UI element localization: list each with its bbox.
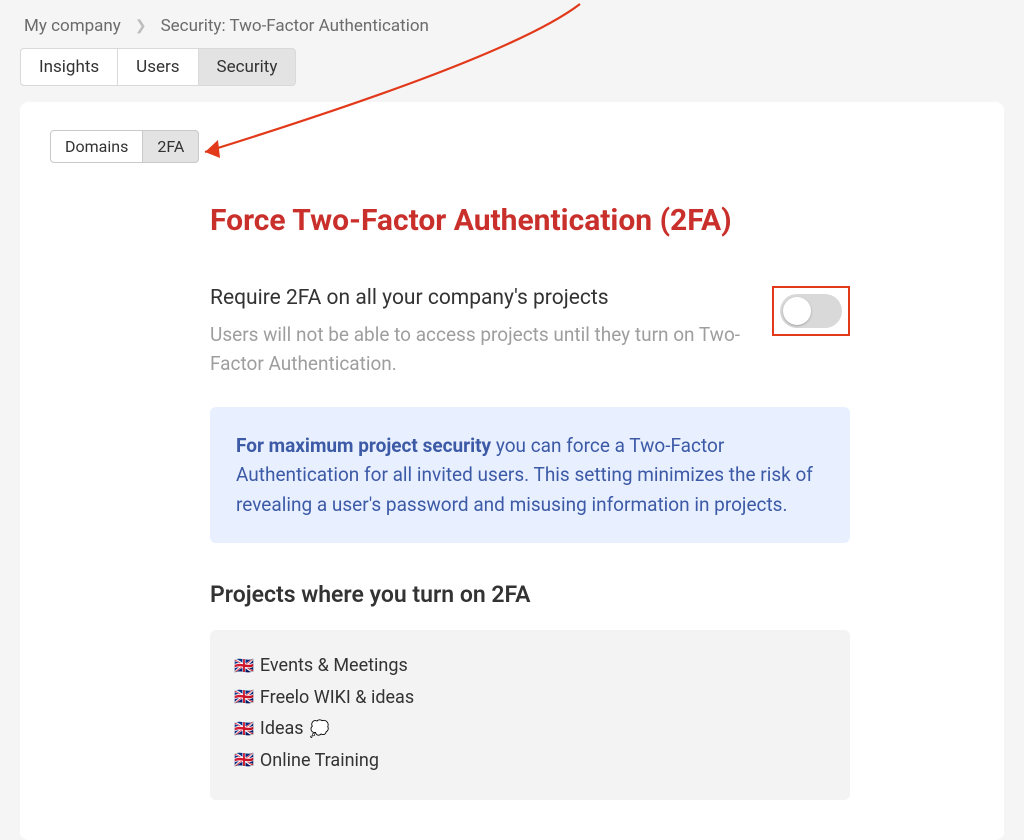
security-panel: Domains 2FA Force Two-Factor Authenticat… <box>20 102 1004 840</box>
sub-tab-domains[interactable]: Domains <box>50 130 143 163</box>
breadcrumb-separator-icon: ❯ <box>135 18 147 34</box>
breadcrumb-current: Security: Two-Factor Authentication <box>161 16 429 36</box>
project-name: Events & Meetings <box>260 650 408 682</box>
breadcrumb-root[interactable]: My company <box>24 16 121 36</box>
sub-tab-2fa[interactable]: 2FA <box>142 130 199 163</box>
project-extra-icon: 💭 <box>310 715 330 743</box>
projects-heading: Projects where you turn on 2FA <box>210 581 850 608</box>
flag-icon: 🇬🇧 <box>234 652 254 680</box>
flag-icon: 🇬🇧 <box>234 683 254 711</box>
require-2fa-setting: Require 2FA on all your company's projec… <box>210 286 850 379</box>
flag-icon: 🇬🇧 <box>234 746 254 774</box>
list-item: 🇬🇧 Ideas 💭 <box>234 713 826 745</box>
setting-description: Users will not be able to access project… <box>210 320 742 379</box>
content-column: Force Two-Factor Authentication (2FA) Re… <box>210 203 850 800</box>
info-strong: For maximum project security <box>236 434 491 457</box>
flag-icon: 🇬🇧 <box>234 715 254 743</box>
toggle-highlight-box <box>772 286 850 336</box>
require-2fa-toggle[interactable] <box>780 294 842 328</box>
main-tabs: Insights Users Security <box>0 48 1024 102</box>
breadcrumb: My company ❯ Security: Two-Factor Authen… <box>0 0 1024 48</box>
project-name: Ideas <box>260 713 304 745</box>
list-item: 🇬🇧 Online Training <box>234 745 826 777</box>
tab-users[interactable]: Users <box>117 48 198 86</box>
project-name: Online Training <box>260 745 379 777</box>
tab-security[interactable]: Security <box>198 48 297 86</box>
tab-insights[interactable]: Insights <box>20 48 118 86</box>
toggle-knob-icon <box>783 297 811 325</box>
project-name: Freelo WIKI & ideas <box>260 682 414 714</box>
list-item: 🇬🇧 Freelo WIKI & ideas <box>234 682 826 714</box>
security-sub-tabs: Domains 2FA <box>50 130 974 163</box>
list-item: 🇬🇧 Events & Meetings <box>234 650 826 682</box>
page-title: Force Two-Factor Authentication (2FA) <box>210 203 850 238</box>
setting-label: Require 2FA on all your company's projec… <box>210 286 742 310</box>
info-box: For maximum project security you can for… <box>210 407 850 543</box>
projects-list: 🇬🇧 Events & Meetings 🇬🇧 Freelo WIKI & id… <box>210 630 850 800</box>
